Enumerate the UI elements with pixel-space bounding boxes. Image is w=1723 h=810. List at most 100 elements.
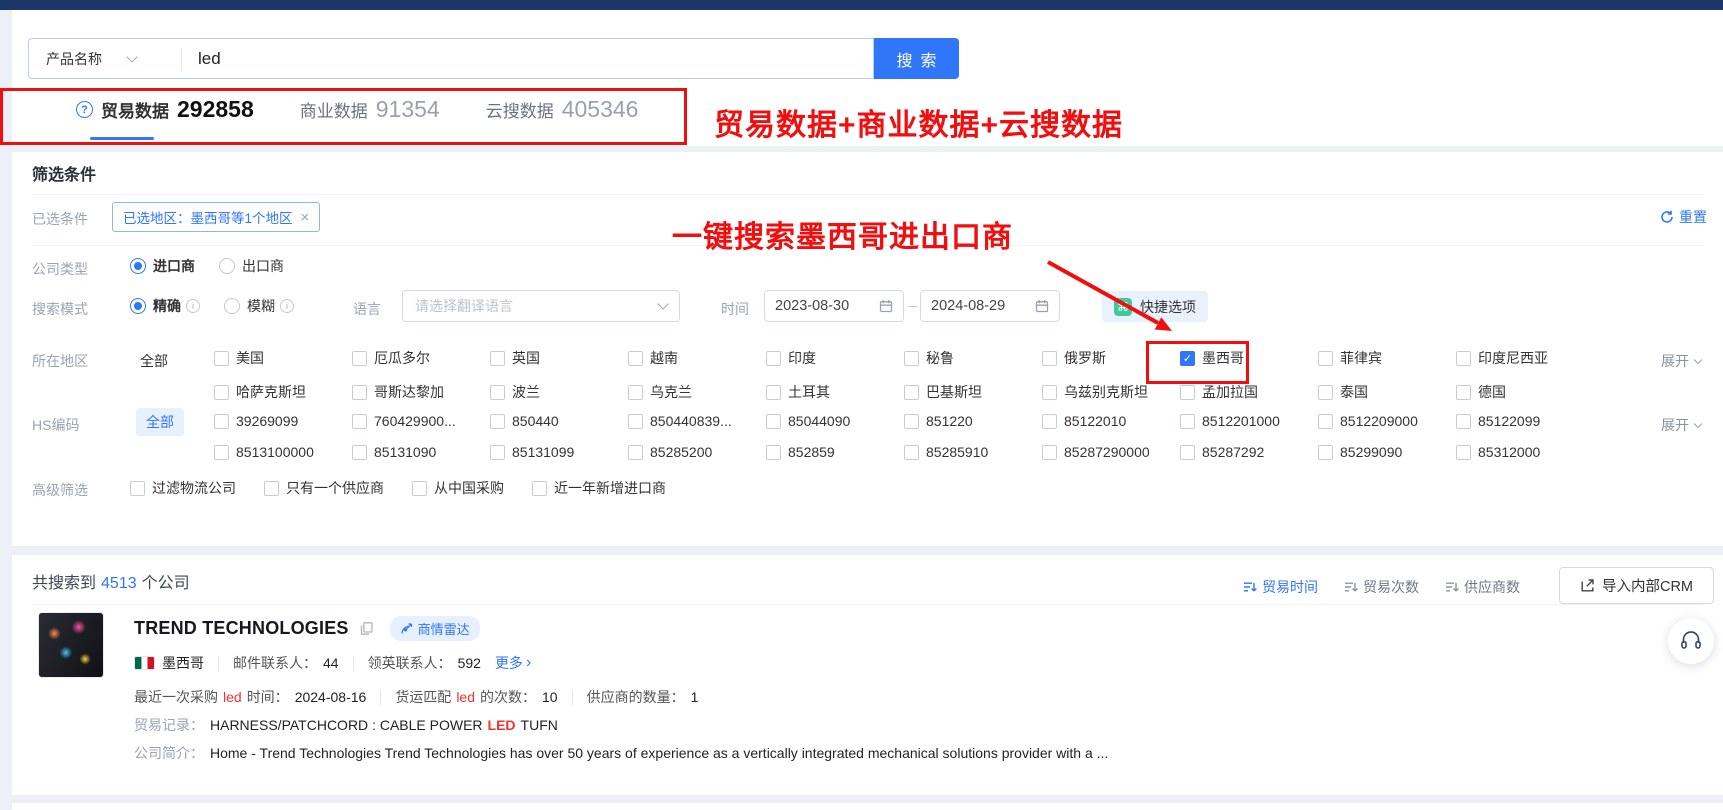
checkbox[interactable]	[214, 351, 229, 366]
checkbox-item[interactable]: 孟加拉国	[1180, 382, 1318, 402]
checkbox[interactable]	[1318, 414, 1333, 429]
checkbox[interactable]	[490, 445, 505, 460]
checkbox[interactable]	[1042, 445, 1057, 460]
checkbox[interactable]	[412, 481, 427, 496]
end-date-picker[interactable]: 2024-08-29	[920, 290, 1060, 322]
checkbox[interactable]	[904, 351, 919, 366]
checkbox-item[interactable]: 85131099	[490, 444, 628, 460]
checkbox-item[interactable]: 泰国	[1318, 382, 1456, 402]
checkbox-item[interactable]: 秘鲁	[904, 348, 1042, 368]
sort-supplier-count[interactable]: 供应商数	[1445, 577, 1520, 597]
radio-exporter[interactable]: 出口商	[219, 256, 284, 276]
radio-fuzzy[interactable]: 模糊 i	[224, 296, 294, 316]
checkbox-item[interactable]: 85287290000	[1042, 444, 1180, 460]
region-expand-link[interactable]: 展开	[1661, 351, 1701, 371]
radio-importer[interactable]: 进口商	[130, 256, 195, 276]
checkbox[interactable]	[1180, 385, 1195, 400]
checkbox[interactable]	[352, 445, 367, 460]
hs-all-link[interactable]: 全部	[136, 408, 184, 436]
checkbox-item[interactable]: 85122099	[1456, 413, 1594, 429]
business-radar-badge[interactable]: 商情雷达	[390, 616, 480, 641]
checkbox[interactable]	[1456, 445, 1471, 460]
checkbox-item[interactable]: 85044090	[766, 413, 904, 429]
hs-expand-link[interactable]: 展开	[1661, 415, 1701, 435]
checkbox-item[interactable]: 越南	[628, 348, 766, 368]
radio-icon[interactable]	[130, 258, 146, 274]
checkbox[interactable]	[352, 414, 367, 429]
checkbox[interactable]	[214, 445, 229, 460]
checkbox-item[interactable]: 850440	[490, 413, 628, 429]
radio-icon[interactable]	[219, 258, 235, 274]
search-input[interactable]	[182, 49, 873, 69]
checkbox-item[interactable]: 英国	[490, 348, 628, 368]
copy-icon[interactable]	[359, 621, 374, 636]
checkbox-item[interactable]: 哥斯达黎加	[352, 382, 490, 402]
info-icon[interactable]: i	[280, 299, 294, 313]
search-field-select[interactable]: 产品名称	[29, 49, 181, 69]
checkbox[interactable]	[904, 385, 919, 400]
checkbox-item[interactable]: 只有一个供应商	[264, 478, 384, 498]
checkbox-item[interactable]: 85287292	[1180, 444, 1318, 460]
checkbox-item[interactable]: 乌克兰	[628, 382, 766, 402]
region-all-link[interactable]: 全部	[140, 351, 168, 371]
checkbox[interactable]	[532, 481, 547, 496]
checkbox-item[interactable]: 85312000	[1456, 444, 1594, 460]
checkbox-item[interactable]: 土耳其	[766, 382, 904, 402]
checkbox-item[interactable]: 厄瓜多尔	[352, 348, 490, 368]
checkbox[interactable]	[904, 445, 919, 460]
checkbox[interactable]	[1042, 414, 1057, 429]
checkbox-item[interactable]: 俄罗斯	[1042, 348, 1180, 368]
checkbox-item[interactable]: 85299090	[1318, 444, 1456, 460]
checkbox-item[interactable]: 852859	[766, 444, 904, 460]
checkbox-item[interactable]: 哈萨克斯坦	[214, 382, 352, 402]
checkbox[interactable]	[1456, 414, 1471, 429]
checkbox-item[interactable]: 波兰	[490, 382, 628, 402]
checkbox[interactable]	[264, 481, 279, 496]
checkbox-item[interactable]: 760429900...	[352, 413, 490, 429]
close-icon[interactable]: ×	[301, 209, 310, 226]
checkbox-item[interactable]: 印度尼西亚	[1456, 348, 1594, 368]
checkbox-item[interactable]: 美国	[214, 348, 352, 368]
checkbox[interactable]	[904, 414, 919, 429]
selected-region-tag[interactable]: 已选地区：墨西哥等1个地区 ×	[112, 202, 320, 232]
more-link[interactable]: 更多 ›	[495, 653, 531, 673]
checkbox[interactable]	[214, 385, 229, 400]
language-select[interactable]: 请选择翻译语言	[402, 290, 680, 322]
checkbox-item[interactable]: 851220	[904, 413, 1042, 429]
checkbox[interactable]	[352, 351, 367, 366]
checkbox-item[interactable]: 印度	[766, 348, 904, 368]
info-icon[interactable]: i	[186, 299, 200, 313]
checkbox[interactable]	[628, 445, 643, 460]
question-icon[interactable]: ?	[76, 101, 93, 118]
checkbox-item[interactable]: 菲律宾	[1318, 348, 1456, 368]
checkbox-item[interactable]: 85285910	[904, 444, 1042, 460]
tab-cloud-search-data[interactable]: 云搜数据 405346	[486, 96, 639, 123]
checkbox[interactable]	[1456, 351, 1471, 366]
sort-trade-count[interactable]: 贸易次数	[1344, 577, 1419, 597]
checkbox[interactable]	[1318, 445, 1333, 460]
checkbox[interactable]	[766, 385, 781, 400]
checkbox[interactable]	[490, 414, 505, 429]
checkbox[interactable]	[1042, 385, 1057, 400]
checkbox[interactable]	[1318, 351, 1333, 366]
checkbox[interactable]	[628, 385, 643, 400]
checkbox-item[interactable]: 8513100000	[214, 444, 352, 460]
checkbox[interactable]	[628, 414, 643, 429]
checkbox-item[interactable]: 巴基斯坦	[904, 382, 1042, 402]
company-thumbnail[interactable]	[38, 612, 104, 678]
radio-exact[interactable]: 精确 i	[130, 296, 200, 316]
checkbox-item[interactable]: 850440839...	[628, 413, 766, 429]
radio-icon[interactable]	[224, 298, 240, 314]
checkbox-item[interactable]: 85131090	[352, 444, 490, 460]
checkbox[interactable]: ✓	[1180, 351, 1195, 366]
checkbox[interactable]	[130, 481, 145, 496]
checkbox[interactable]	[1180, 414, 1195, 429]
checkbox-item[interactable]: 德国	[1456, 382, 1594, 402]
search-button[interactable]: 搜索	[874, 38, 959, 79]
checkbox[interactable]	[352, 385, 367, 400]
checkbox[interactable]	[214, 414, 229, 429]
checkbox[interactable]	[766, 351, 781, 366]
checkbox[interactable]	[1042, 351, 1057, 366]
tab-business-data[interactable]: 商业数据 91354	[300, 96, 440, 123]
checkbox-item[interactable]: ✓墨西哥	[1180, 348, 1318, 368]
